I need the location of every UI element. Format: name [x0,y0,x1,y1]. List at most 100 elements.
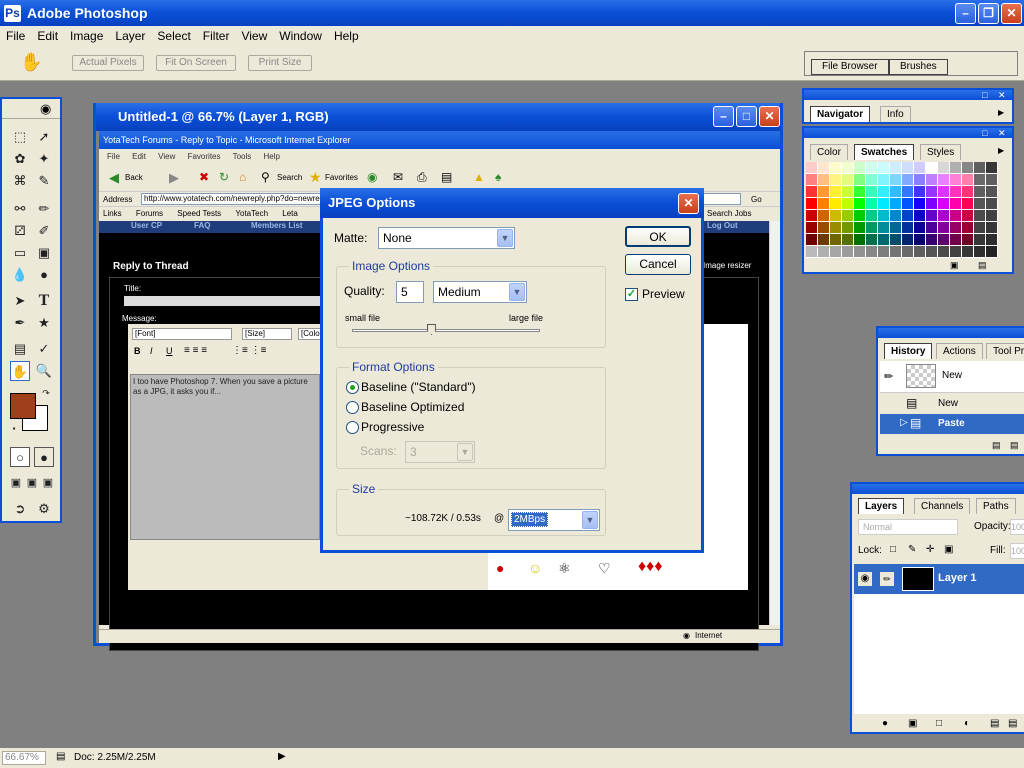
slice-tool-icon[interactable]: ✎ [34,171,54,191]
swatch-cell[interactable] [806,222,817,233]
print-size-button[interactable]: Print Size [248,55,312,71]
swatch-cell[interactable] [818,162,829,173]
swatch-cell[interactable] [914,222,925,233]
close-button[interactable]: ✕ [1001,3,1022,24]
tab-paths[interactable]: Paths [976,498,1016,514]
eye-icon[interactable]: ◉ [858,572,872,586]
swatch-cell[interactable] [914,234,925,245]
swatch-cell[interactable] [818,222,829,233]
trash-icon[interactable]: ▤ [1008,718,1017,729]
swatch-cell[interactable] [986,162,997,173]
fill-input[interactable]: 100% [1010,543,1024,559]
status-menu-arrow-icon[interactable]: ▶ [278,751,286,762]
shape-tool-icon[interactable]: ★ [34,313,54,333]
history-state-row[interactable]: ▤ New [880,394,1024,414]
swatch-cell[interactable] [806,186,817,197]
swatch-cell[interactable] [878,222,889,233]
swatch-cell[interactable] [926,222,937,233]
standard-mode-icon[interactable]: ○ [10,447,30,467]
swatch-cell[interactable] [902,222,913,233]
panel-close-icon[interactable]: ✕ [998,128,1006,139]
menu-layer[interactable]: Layer [109,29,151,43]
swatch-cell[interactable] [866,174,877,185]
hand-tool-icon[interactable]: ✋ [10,361,30,381]
swatch-cell[interactable] [890,174,901,185]
blur-tool-icon[interactable]: 💧 [10,265,30,285]
full-screen-mode-icon[interactable]: ▣ [38,473,58,493]
tab-file-browser[interactable]: File Browser [811,59,889,75]
tab-brushes[interactable]: Brushes [889,59,948,75]
swatch-cell[interactable] [986,246,997,257]
clone-stamp-tool-icon[interactable]: ⚂ [10,221,30,241]
swatch-cell[interactable] [962,198,973,209]
swatch-cell[interactable] [962,162,973,173]
swatch-cell[interactable] [818,174,829,185]
menu-help[interactable]: Help [328,29,365,43]
tab-swatches[interactable]: Swatches [854,144,915,160]
swatch-cell[interactable] [950,234,961,245]
swatch-cell[interactable] [842,198,853,209]
swatch-cell[interactable] [890,210,901,221]
swatch-cell[interactable] [866,186,877,197]
swatch-cell[interactable] [914,210,925,221]
swatch-cell[interactable] [806,174,817,185]
swatch-cell[interactable] [830,246,841,257]
panel-minimize-icon[interactable]: □ [982,128,987,138]
swatch-cell[interactable] [974,198,985,209]
swatch-cell[interactable] [914,198,925,209]
menu-view[interactable]: View [235,29,273,43]
swatch-cell[interactable] [890,198,901,209]
swatch-cell[interactable] [962,174,973,185]
swatch-cell[interactable] [890,234,901,245]
brush-tool-icon[interactable]: ✏ [34,199,54,219]
swatch-cell[interactable] [938,186,949,197]
history-snapshot-row[interactable]: ✏ New [880,361,1024,393]
swatch-cell[interactable] [902,234,913,245]
swatch-cell[interactable] [938,234,949,245]
path-selection-tool-icon[interactable]: ➤ [10,291,30,311]
swatch-cell[interactable] [854,198,865,209]
quality-slider-track[interactable] [352,329,540,332]
swatch-cell[interactable] [962,234,973,245]
swatch-cell[interactable] [950,162,961,173]
marquee-tool-icon[interactable]: ⬚ [10,127,30,147]
swatch-cell[interactable] [878,198,889,209]
new-document-icon[interactable]: ▤ [992,440,1001,451]
history-brush-tool-icon[interactable]: ✐ [34,221,54,241]
opacity-input[interactable]: 100% [1010,519,1024,535]
swatch-cell[interactable] [938,174,949,185]
swatch-cell[interactable] [866,234,877,245]
actual-pixels-button[interactable]: Actual Pixels [72,55,144,71]
type-tool-icon[interactable]: T [34,291,54,311]
swatch-cell[interactable] [830,210,841,221]
swatch-cell[interactable] [806,246,817,257]
restore-button[interactable]: ❐ [978,3,999,24]
swatch-cell[interactable] [878,234,889,245]
lock-transparency-icon[interactable]: □ [890,544,896,555]
layer-style-icon[interactable]: ● [882,718,888,729]
swatch-cell[interactable] [830,162,841,173]
menu-image[interactable]: Image [64,29,109,43]
swatch-cell[interactable] [950,186,961,197]
swatch-cell[interactable] [938,246,949,257]
swatch-grid[interactable] [806,162,998,258]
tab-navigator[interactable]: Navigator [810,106,871,122]
swatch-cell[interactable] [962,246,973,257]
crop-tool-icon[interactable]: ⌘ [10,171,30,191]
swatch-cell[interactable] [902,174,913,185]
tab-styles[interactable]: Styles [920,144,962,160]
layer-set-icon[interactable]: □ [936,718,942,729]
swatch-cell[interactable] [938,222,949,233]
tab-history[interactable]: History [884,343,933,359]
quality-preset-select[interactable]: Medium ▼ [433,281,527,303]
swatch-cell[interactable] [890,162,901,173]
progressive-radio[interactable] [346,421,359,434]
tab-actions[interactable]: Actions [936,343,983,359]
tab-layers[interactable]: Layers [858,498,905,514]
swatch-cell[interactable] [914,162,925,173]
eyedropper-tool-icon[interactable]: ✓ [34,339,54,359]
healing-brush-tool-icon[interactable]: ⚯ [10,199,30,219]
swatch-cell[interactable] [950,174,961,185]
history-state-row-selected[interactable]: ▷ ▤ Paste [880,414,1024,434]
imageready-icon[interactable]: ⚙ [34,499,54,519]
